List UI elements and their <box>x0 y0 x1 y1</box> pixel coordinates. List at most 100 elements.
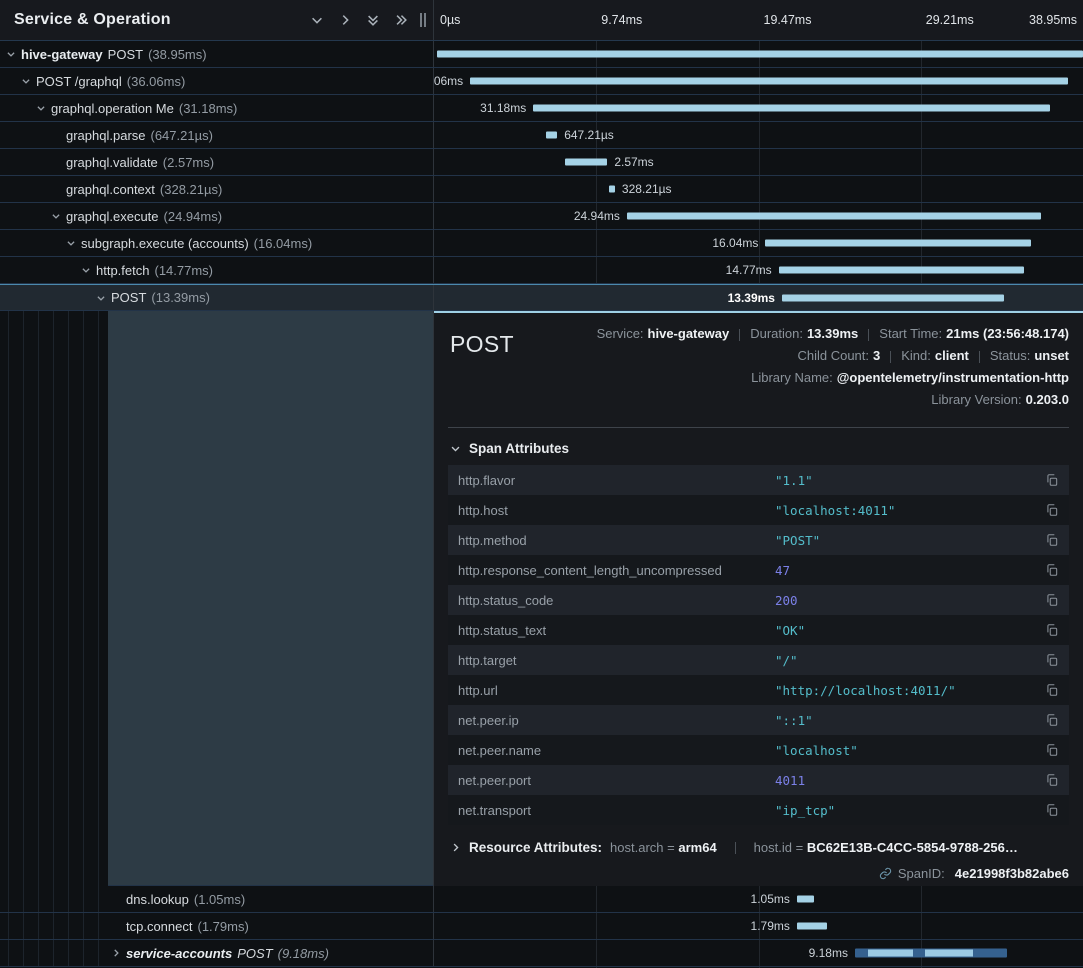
span-name: dns.lookup <box>126 892 189 907</box>
span-bar[interactable] <box>765 240 1031 247</box>
chevron-down-icon[interactable] <box>96 293 106 303</box>
chevron-down-icon[interactable] <box>51 211 61 221</box>
span-bar[interactable] <box>437 51 1083 58</box>
span-duration: (647.21µs) <box>151 128 213 143</box>
span-name: graphql.validate <box>66 155 158 170</box>
chevron-down-icon[interactable] <box>81 265 91 275</box>
chevron-right-icon[interactable] <box>111 948 121 958</box>
span-row-graphql-parse[interactable]: graphql.parse (647.21µs) 647.21µs <box>0 122 1083 149</box>
span-attributes-title: Span Attributes <box>469 441 569 456</box>
resource-attributes-title: Resource Attributes: <box>469 840 602 855</box>
attr-row: net.transport"ip_tcp" <box>448 795 1069 825</box>
span-row-graphql-context[interactable]: graphql.context (328.21µs) 328.21µs <box>0 176 1083 203</box>
chevron-down-icon[interactable] <box>66 238 76 248</box>
ruler-tick: 9.74ms <box>601 13 642 27</box>
span-row-graphql-execute[interactable]: graphql.execute (24.94ms) 24.94ms <box>0 203 1083 230</box>
waterfall-cell: 1.79ms <box>434 913 1083 939</box>
chevrons-down-icon[interactable] <box>359 6 387 34</box>
span-bar[interactable] <box>797 896 814 903</box>
span-row-post-graphql[interactable]: POST /graphql (36.06ms) 36.06ms <box>0 68 1083 95</box>
span-bar[interactable] <box>470 78 1068 85</box>
span-row-graphql-validate[interactable]: graphql.validate (2.57ms) 2.57ms <box>0 149 1083 176</box>
bar-label: 9.18ms <box>809 946 848 960</box>
detail-divider <box>448 427 1069 428</box>
copy-icon[interactable] <box>1039 473 1059 487</box>
waterfall-cell: 328.21µs <box>434 176 1083 202</box>
copy-icon[interactable] <box>1039 563 1059 577</box>
bar-label: 1.05ms <box>751 892 790 906</box>
copy-icon[interactable] <box>1039 803 1059 817</box>
span-duration: (38.95ms) <box>148 47 207 62</box>
span-duration: (14.77ms) <box>154 263 213 278</box>
bar-label: 36.06ms <box>434 74 463 88</box>
copy-icon[interactable] <box>1039 623 1059 637</box>
span-meta-line-2: Child Count:3Kind:clientStatus:unset <box>597 345 1069 367</box>
panel-resize-grip[interactable] <box>417 6 429 34</box>
attr-row: http.response_content_length_uncompresse… <box>448 555 1069 585</box>
span-id-label: SpanID: <box>898 866 945 881</box>
waterfall-cell: 24.94ms <box>434 203 1083 229</box>
copy-icon[interactable] <box>1039 503 1059 517</box>
chevron-down-icon[interactable] <box>6 49 16 59</box>
span-row-dns-lookup[interactable]: dns.lookup (1.05ms) 1.05ms <box>0 886 1083 913</box>
span-row-subgraph-execute-accounts[interactable]: subgraph.execute (accounts) (16.04ms) 16… <box>0 230 1083 257</box>
span-bar[interactable] <box>797 923 827 930</box>
span-duration: (13.39ms) <box>151 290 210 305</box>
copy-icon[interactable] <box>1039 773 1059 787</box>
chevrons-right-icon[interactable] <box>387 6 415 34</box>
span-title: POST <box>450 331 514 358</box>
attr-row: http.flavor"1.1" <box>448 465 1069 495</box>
ruler-tick: 29.21ms <box>926 13 974 27</box>
span-name: graphql.context <box>66 182 155 197</box>
span-row-service-accounts-post[interactable]: service-accounts POST (9.18ms) 9.18ms <box>0 940 1083 967</box>
span-row-graphql-operation-me[interactable]: graphql.operation Me (31.18ms) 31.18ms <box>0 95 1083 122</box>
span-row-http-fetch[interactable]: http.fetch (14.77ms) 14.77ms <box>0 257 1083 284</box>
chevron-right-icon[interactable] <box>331 6 359 34</box>
span-name: POST <box>237 946 272 961</box>
span-meta-line-3: Library Name:@opentelemetry/instrumentat… <box>597 367 1069 389</box>
span-bar[interactable] <box>855 949 1007 958</box>
span-bar[interactable] <box>533 105 1050 112</box>
expanded-span-region <box>108 311 433 886</box>
span-duration: (1.79ms) <box>198 919 249 934</box>
copy-icon[interactable] <box>1039 713 1059 727</box>
span-name: POST <box>108 47 143 62</box>
span-service: hive-gateway <box>21 47 103 62</box>
span-attributes-table: http.flavor"1.1" http.host"localhost:401… <box>448 465 1069 825</box>
timeline-ruler: 0µs 9.74ms 19.47ms 29.21ms 38.95ms <box>434 0 1083 40</box>
copy-icon[interactable] <box>1039 533 1059 547</box>
copy-icon[interactable] <box>1039 683 1059 697</box>
span-detail-panel: POST Service:hive-gatewayDuration:13.39m… <box>434 311 1083 886</box>
span-row-tcp-connect[interactable]: tcp.connect (1.79ms) 1.79ms <box>0 913 1083 940</box>
span-rows: hive-gateway POST (38.95ms) POST /graphq… <box>0 41 1083 967</box>
span-bar[interactable] <box>779 267 1024 274</box>
waterfall-cell: 9.18ms <box>434 940 1083 966</box>
chevron-down-icon[interactable] <box>21 76 31 86</box>
span-bar[interactable] <box>609 186 614 193</box>
tree-header-title: Service & Operation <box>14 11 303 29</box>
tree-header: Service & Operation <box>0 0 434 40</box>
waterfall-cell: 14.77ms <box>434 257 1083 283</box>
span-bar[interactable] <box>546 132 557 139</box>
resource-attributes-toggle[interactable]: Resource Attributes: host.arch = arm64 h… <box>450 840 1069 855</box>
chevron-down-icon[interactable] <box>36 103 46 113</box>
span-duration: (9.18ms) <box>278 946 329 961</box>
span-bar[interactable] <box>565 159 608 166</box>
copy-icon[interactable] <box>1039 653 1059 667</box>
span-attributes-toggle[interactable]: Span Attributes <box>450 441 1069 456</box>
copy-icon[interactable] <box>1039 593 1059 607</box>
span-bar[interactable] <box>627 213 1041 220</box>
span-service: service-accounts <box>126 946 232 961</box>
link-icon[interactable] <box>879 867 892 880</box>
span-bar[interactable] <box>782 294 1004 301</box>
span-row-post-selected[interactable]: POST (13.39ms) 13.39ms <box>0 284 1083 311</box>
bar-label: 13.39ms <box>728 291 775 305</box>
span-name: tcp.connect <box>126 919 193 934</box>
span-detail-row: POST Service:hive-gatewayDuration:13.39m… <box>0 311 1083 886</box>
attr-row: http.host"localhost:4011" <box>448 495 1069 525</box>
chevron-down-icon[interactable] <box>303 6 331 34</box>
span-row-hive-gateway-post[interactable]: hive-gateway POST (38.95ms) <box>0 41 1083 68</box>
span-meta-line-1: Service:hive-gatewayDuration:13.39msStar… <box>597 323 1069 345</box>
copy-icon[interactable] <box>1039 743 1059 757</box>
span-name: graphql.execute <box>66 209 159 224</box>
